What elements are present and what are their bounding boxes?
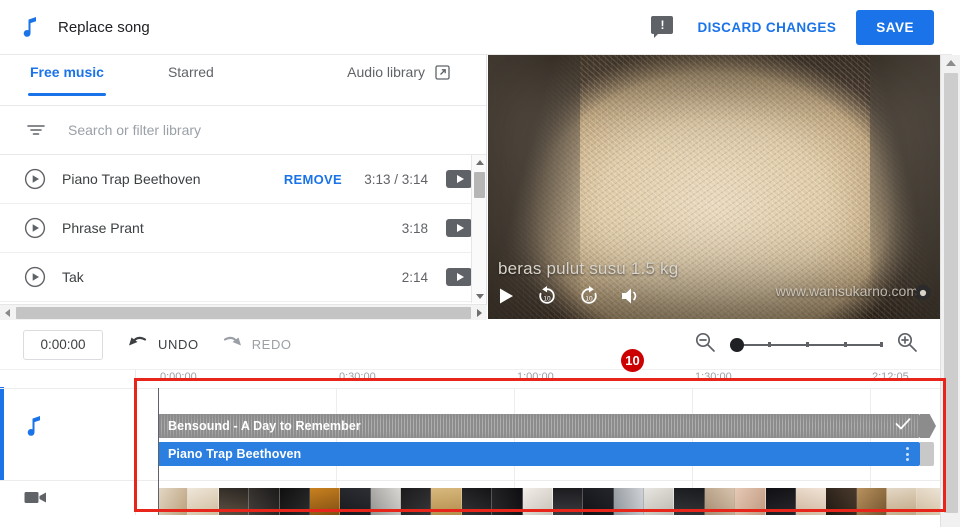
song-title: Phrase Prant bbox=[62, 220, 144, 236]
tab-free-music[interactable]: Free music bbox=[28, 64, 106, 96]
video-track-header[interactable] bbox=[24, 490, 48, 510]
clip-label: Bensound - A Day to Remember bbox=[168, 419, 361, 433]
selected-track-indicator bbox=[0, 387, 4, 480]
discard-changes-button[interactable]: DISCARD CHANGES bbox=[697, 20, 836, 35]
timeline-bottom-edge bbox=[0, 515, 940, 527]
song-list-vertical-scrollbar[interactable] bbox=[471, 155, 486, 303]
remove-song-button[interactable]: REMOVE bbox=[284, 172, 342, 187]
video-controls: 10 10 bbox=[496, 285, 642, 307]
zoom-control bbox=[694, 331, 918, 358]
page-vertical-scrollbar[interactable] bbox=[940, 55, 960, 527]
audio-library-link[interactable]: Audio library bbox=[347, 64, 450, 96]
search-input[interactable] bbox=[68, 122, 398, 138]
play-icon[interactable] bbox=[496, 286, 516, 306]
app-header: Replace song ! DISCARD CHANGES SAVE bbox=[0, 0, 952, 55]
current-time-field[interactable]: 0:00:00 bbox=[23, 329, 103, 360]
youtube-badge[interactable] bbox=[446, 170, 472, 188]
audio-clip-piano-trap-beethoven[interactable]: Piano Trap Beethoven bbox=[158, 442, 920, 466]
music-library-panel: Free music Starred Audio library Piano bbox=[0, 55, 487, 320]
ruler-tick-label: 1:00:00 bbox=[517, 371, 554, 383]
feedback-glyph: ! bbox=[651, 16, 674, 34]
scroll-right-arrow-icon[interactable] bbox=[472, 305, 487, 321]
annotation-badge: 10 bbox=[621, 349, 644, 372]
clip-resize-handle[interactable] bbox=[920, 414, 936, 438]
slider-tick bbox=[880, 342, 883, 347]
slider-tick bbox=[806, 342, 809, 347]
svg-text:10: 10 bbox=[543, 295, 551, 302]
video-frame-vignette bbox=[488, 55, 940, 319]
song-duration: 3:18 bbox=[401, 220, 428, 236]
play-circle-icon[interactable] bbox=[24, 217, 46, 239]
ruler-tick-label: 1:30:00 bbox=[695, 371, 732, 383]
music-note-icon bbox=[16, 13, 44, 41]
song-duration: 3:13 / 3:14 bbox=[364, 171, 428, 187]
list-item[interactable]: Tak 2:14 bbox=[0, 253, 486, 302]
slider-thumb[interactable] bbox=[730, 337, 744, 352]
library-search-row bbox=[0, 106, 486, 155]
volume-icon[interactable] bbox=[620, 286, 642, 306]
zoom-slider[interactable] bbox=[730, 337, 883, 352]
scroll-left-arrow-icon[interactable] bbox=[0, 305, 15, 321]
gear-icon[interactable] bbox=[912, 282, 934, 309]
scrollbar-thumb[interactable] bbox=[474, 172, 485, 198]
library-tabs: Free music Starred Audio library bbox=[0, 55, 486, 106]
audio-library-label: Audio library bbox=[347, 64, 425, 80]
tab-starred[interactable]: Starred bbox=[168, 64, 214, 96]
play-circle-icon[interactable] bbox=[24, 266, 46, 288]
scroll-up-arrow-icon[interactable] bbox=[941, 55, 960, 71]
audio-clip-bensound[interactable]: Bensound - A Day to Remember bbox=[158, 414, 920, 438]
youtube-badge[interactable] bbox=[446, 219, 472, 237]
ruler-tick-label: 2:12:05 bbox=[872, 371, 909, 383]
song-list: Piano Trap Beethoven REMOVE 3:13 / 3:14 … bbox=[0, 155, 486, 319]
external-link-icon bbox=[435, 64, 450, 80]
list-item[interactable]: Piano Trap Beethoven REMOVE 3:13 / 3:14 bbox=[0, 155, 486, 204]
ruler-tick-label: 0:00:00 bbox=[160, 371, 197, 383]
song-title: Tak bbox=[62, 269, 84, 285]
feedback-bubble-tail bbox=[654, 33, 660, 38]
scroll-up-arrow-icon[interactable] bbox=[472, 155, 486, 169]
undo-label: UNDO bbox=[158, 337, 199, 352]
clip-resize-handle[interactable] bbox=[920, 442, 934, 466]
timeline-gutter bbox=[0, 370, 136, 527]
page-title: Replace song bbox=[58, 18, 150, 36]
youtube-badge[interactable] bbox=[446, 268, 472, 286]
zoom-out-icon[interactable] bbox=[694, 331, 716, 358]
check-icon[interactable] bbox=[895, 417, 911, 436]
more-vert-icon[interactable] bbox=[906, 447, 909, 461]
zoom-in-icon[interactable] bbox=[896, 331, 918, 358]
replay-10-icon[interactable]: 10 bbox=[536, 285, 558, 307]
slider-tick bbox=[844, 342, 847, 347]
play-circle-icon[interactable] bbox=[24, 168, 46, 190]
filter-icon[interactable] bbox=[26, 123, 46, 137]
video-caption: beras pulut susu 1.5 kg bbox=[498, 259, 679, 278]
song-list-horizontal-scrollbar[interactable] bbox=[0, 304, 487, 320]
song-title: Piano Trap Beethoven bbox=[62, 171, 201, 187]
scrollbar-thumb[interactable] bbox=[944, 73, 958, 513]
timeline-ruler[interactable]: 0:00:00 0:30:00 1:00:00 1:30:00 2:12:05 bbox=[136, 370, 940, 527]
timeline-track-area[interactable]: Bensound - A Day to Remember Piano Trap … bbox=[136, 388, 940, 527]
redo-button[interactable]: REDO bbox=[221, 334, 292, 355]
timeline-toolbar: 0:00:00 UNDO REDO bbox=[0, 320, 940, 370]
replace-song-editor: Replace song ! DISCARD CHANGES SAVE Free… bbox=[0, 0, 960, 527]
video-watermark: www.wanisukarno.com bbox=[775, 283, 918, 299]
undo-arrow-icon bbox=[127, 334, 149, 355]
redo-label: REDO bbox=[251, 337, 292, 352]
save-button[interactable]: SAVE bbox=[856, 9, 934, 45]
slider-tick bbox=[768, 342, 771, 347]
list-item[interactable]: Phrase Prant 3:18 bbox=[0, 204, 486, 253]
forward-10-icon[interactable]: 10 bbox=[578, 285, 600, 307]
video-preview[interactable]: beras pulut susu 1.5 kg www.wanisukarno.… bbox=[488, 55, 940, 319]
scroll-down-arrow-icon[interactable] bbox=[472, 289, 486, 303]
timeline: 0:00:00 0:30:00 1:00:00 1:30:00 2:12:05 … bbox=[0, 370, 940, 527]
song-duration: 2:14 bbox=[401, 269, 428, 285]
feedback-exclamation-icon[interactable]: ! bbox=[651, 16, 675, 38]
undo-button[interactable]: UNDO bbox=[127, 334, 199, 355]
playhead[interactable] bbox=[158, 388, 159, 527]
ruler-tick-label: 0:30:00 bbox=[339, 371, 376, 383]
redo-arrow-icon bbox=[221, 334, 243, 355]
scrollbar-thumb[interactable] bbox=[16, 306, 471, 319]
svg-text:10: 10 bbox=[585, 295, 593, 302]
clip-label: Piano Trap Beethoven bbox=[168, 447, 302, 461]
audio-track-header[interactable] bbox=[24, 415, 44, 442]
